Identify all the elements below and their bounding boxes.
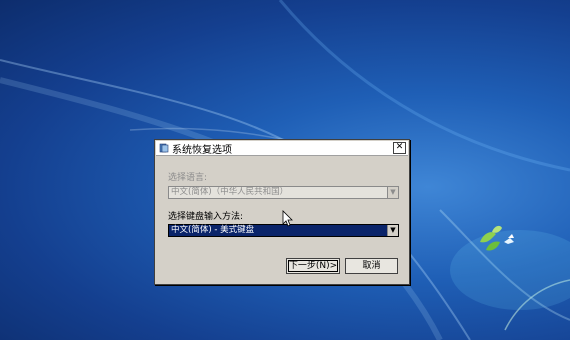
keyboard-label: 选择键盘输入方法: — [168, 212, 244, 222]
windows-logo-icon — [480, 225, 514, 251]
next-button[interactable]: 下一步(N)> — [286, 258, 340, 274]
close-button[interactable]: ✕ — [393, 142, 406, 154]
chevron-down-icon: ▼ — [387, 187, 398, 198]
mouse-cursor-icon — [282, 210, 293, 227]
language-label: 选择语言: — [168, 173, 208, 183]
dialog-title: 系统恢复选项 — [172, 144, 232, 156]
language-value: 中文(简体)（中华人民共和国） — [171, 187, 289, 197]
chevron-down-icon[interactable]: ▼ — [387, 225, 398, 236]
dialog-titlebar[interactable]: 系统恢复选项 ✕ — [156, 141, 408, 156]
recovery-icon — [159, 143, 169, 153]
cancel-button[interactable]: 取消 — [345, 258, 398, 274]
language-select: 中文(简体)（中华人民共和国） ▼ — [168, 186, 399, 199]
